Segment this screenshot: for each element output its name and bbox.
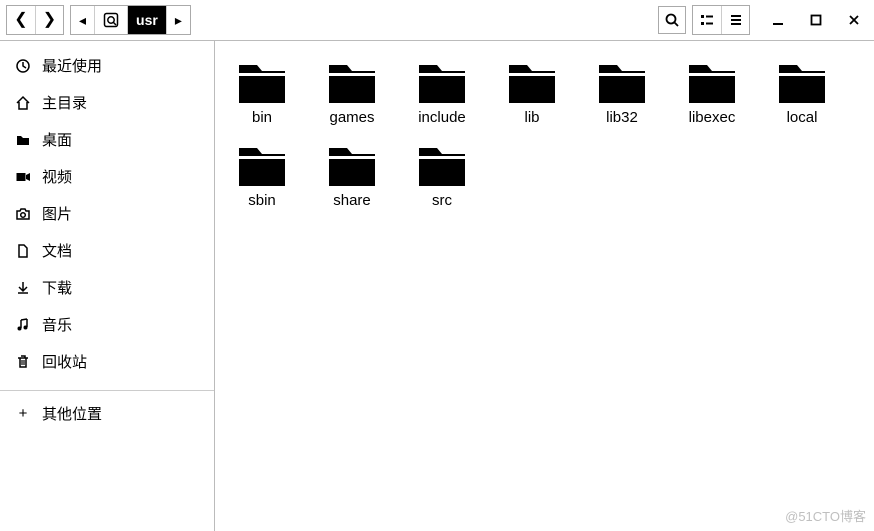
folder-label: lib	[524, 109, 539, 126]
toolbar: ❮ ❯ ◂ usr ▸	[0, 0, 874, 40]
maximize-button[interactable]	[802, 6, 830, 34]
list-icon	[699, 12, 715, 28]
sidebar-item-5[interactable]: 文档	[0, 232, 214, 269]
video-icon	[14, 169, 32, 185]
folder-games[interactable]: games	[315, 53, 389, 126]
sidebar-item-label: 下载	[42, 277, 72, 298]
folder-icon	[775, 53, 829, 105]
folder-label: include	[418, 109, 466, 126]
forward-button[interactable]: ❯	[35, 6, 63, 34]
sidebar-item-label: 桌面	[42, 129, 72, 150]
disk-icon	[103, 12, 119, 28]
camera-icon	[14, 206, 32, 222]
folder-include[interactable]: include	[405, 53, 479, 126]
sidebar-item-2[interactable]: 桌面	[0, 121, 214, 158]
music-icon	[14, 317, 32, 333]
folder-icon	[325, 53, 379, 105]
view-menu-button[interactable]	[721, 6, 749, 34]
path-prev[interactable]: ◂	[71, 6, 94, 34]
folder-lib32[interactable]: lib32	[585, 53, 659, 126]
search-icon	[664, 12, 680, 28]
folder-label: share	[333, 192, 371, 209]
folder-label: src	[432, 192, 452, 209]
sidebar: 最近使用主目录桌面视频图片文档下载音乐回收站 + 其他位置	[0, 41, 215, 531]
folder-small-icon	[14, 132, 32, 148]
folder-label: local	[787, 109, 818, 126]
folder-share[interactable]: share	[315, 136, 389, 209]
folder-icon	[685, 53, 739, 105]
close-button[interactable]	[840, 6, 868, 34]
chevron-left-icon: ❮	[14, 12, 27, 28]
sidebar-item-0[interactable]: 最近使用	[0, 47, 214, 84]
folder-icon	[415, 53, 469, 105]
folder-label: sbin	[248, 192, 276, 209]
hamburger-icon	[728, 12, 744, 28]
close-icon	[848, 14, 860, 26]
folder-icon	[235, 53, 289, 105]
sidebar-item-label: 回收站	[42, 351, 87, 372]
document-icon	[14, 243, 32, 259]
sidebar-item-label: 视频	[42, 166, 72, 187]
home-icon	[14, 95, 32, 111]
folder-sbin[interactable]: sbin	[225, 136, 299, 209]
trash-icon	[14, 354, 32, 370]
sidebar-item-label: 主目录	[42, 92, 87, 113]
folder-libexec[interactable]: libexec	[675, 53, 749, 126]
search-button[interactable]	[658, 6, 686, 34]
folder-local[interactable]: local	[765, 53, 839, 126]
folder-bin[interactable]: bin	[225, 53, 299, 126]
view-switcher	[692, 5, 750, 35]
sidebar-item-3[interactable]: 视频	[0, 158, 214, 195]
folder-icon	[235, 136, 289, 188]
maximize-icon	[810, 14, 822, 26]
plus-icon: +	[14, 405, 32, 422]
download-icon	[14, 280, 32, 296]
sidebar-item-label: 最近使用	[42, 55, 102, 76]
folder-label: bin	[252, 109, 272, 126]
chevron-right-icon: ❯	[43, 12, 56, 28]
folder-icon	[325, 136, 379, 188]
clock-icon	[14, 58, 32, 74]
folder-label: games	[329, 109, 374, 126]
sidebar-item-6[interactable]: 下载	[0, 269, 214, 306]
path-root[interactable]	[94, 6, 127, 34]
sidebar-other-locations[interactable]: + 其他位置	[0, 395, 214, 432]
sidebar-item-label: 文档	[42, 240, 72, 261]
sidebar-item-7[interactable]: 音乐	[0, 306, 214, 343]
watermark: @51CTO博客	[785, 506, 866, 525]
triangle-left-icon: ◂	[79, 12, 86, 29]
sidebar-item-4[interactable]: 图片	[0, 195, 214, 232]
folder-src[interactable]: src	[405, 136, 479, 209]
view-list-button[interactable]	[693, 6, 721, 34]
folder-icon	[595, 53, 649, 105]
path-current[interactable]: usr	[127, 6, 166, 34]
folder-label: lib32	[606, 109, 638, 126]
folder-icon	[415, 136, 469, 188]
minimize-button[interactable]	[764, 6, 792, 34]
path-next[interactable]: ▸	[166, 6, 190, 34]
path-bar: ◂ usr ▸	[70, 5, 191, 35]
content-area: bin games include lib lib32 libexec local sbin s…	[215, 41, 874, 531]
sidebar-item-label: 其他位置	[42, 403, 102, 424]
sidebar-divider	[0, 390, 214, 391]
sidebar-item-1[interactable]: 主目录	[0, 84, 214, 121]
nav-back-forward: ❮ ❯	[6, 5, 64, 35]
icon-grid: bin games include lib lib32 libexec local sbin s…	[225, 53, 864, 209]
back-button[interactable]: ❮	[7, 6, 35, 34]
sidebar-item-8[interactable]: 回收站	[0, 343, 214, 380]
folder-icon	[505, 53, 559, 105]
minimize-icon	[772, 14, 784, 26]
sidebar-item-label: 音乐	[42, 314, 72, 335]
folder-lib[interactable]: lib	[495, 53, 569, 126]
window-controls	[764, 6, 868, 34]
sidebar-item-label: 图片	[42, 203, 72, 224]
triangle-right-icon: ▸	[175, 12, 182, 29]
folder-label: libexec	[689, 109, 736, 126]
